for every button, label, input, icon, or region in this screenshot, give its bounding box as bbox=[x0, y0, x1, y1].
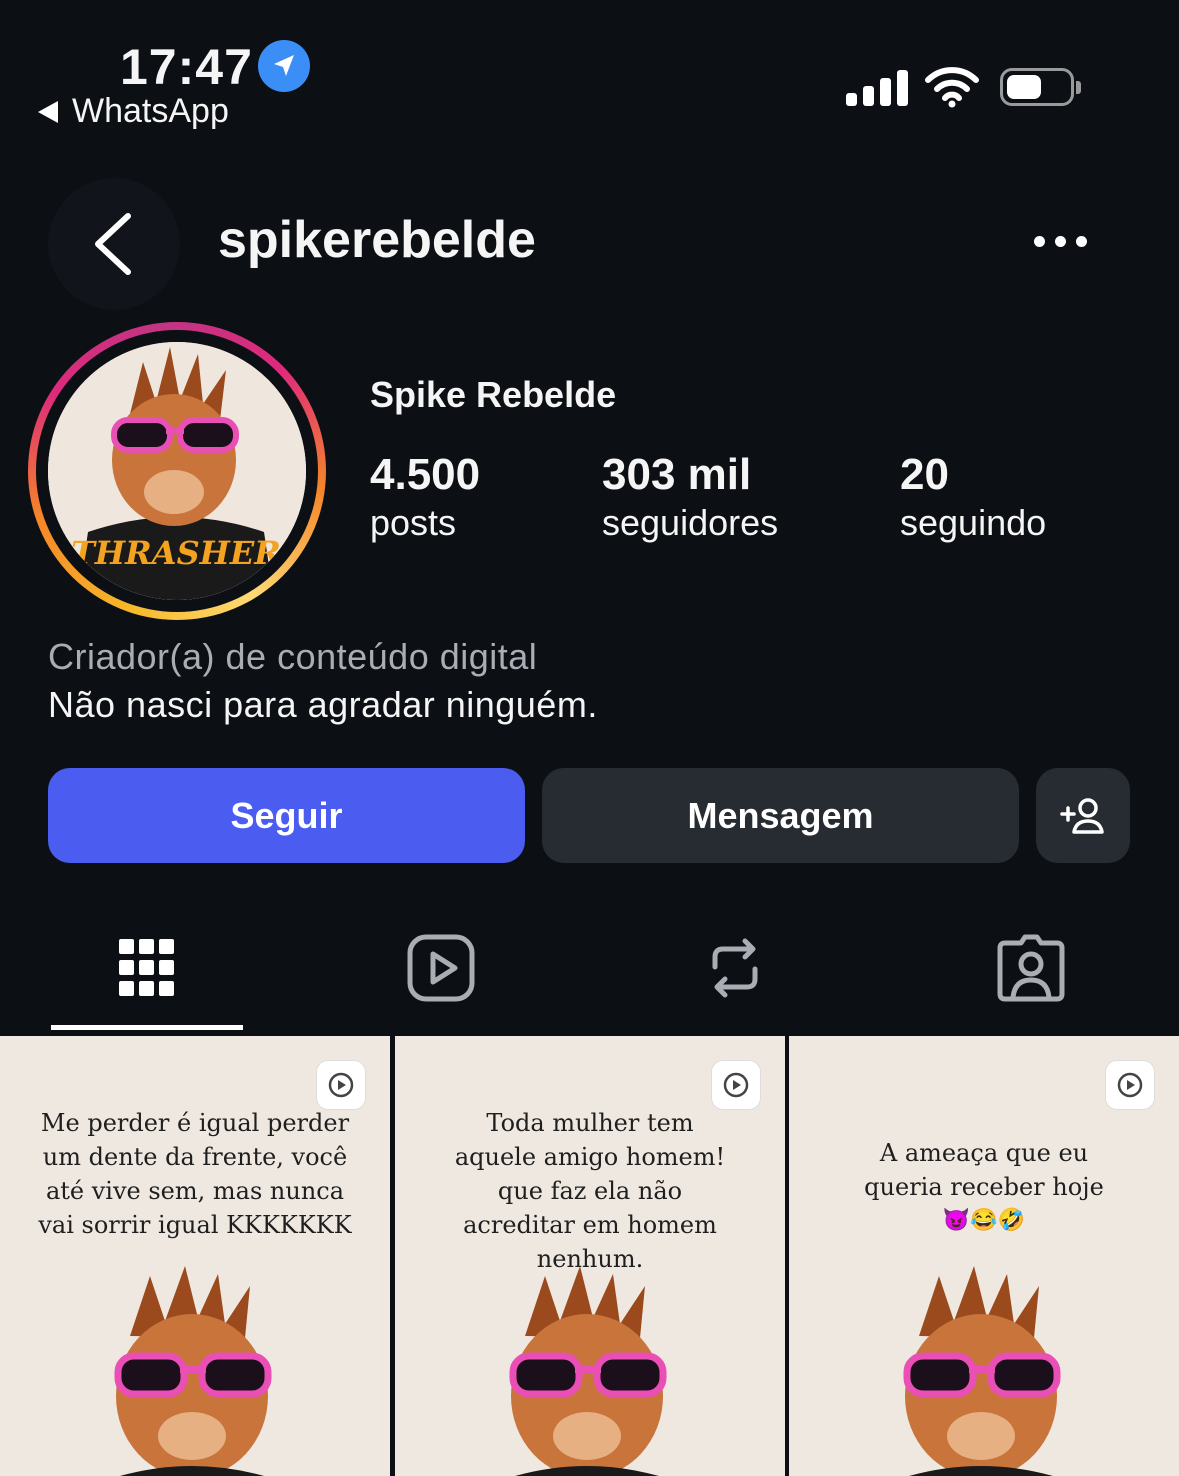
cat-image bbox=[114, 1266, 272, 1476]
tagged-person-icon bbox=[997, 934, 1065, 1002]
posts-label[interactable]: posts bbox=[370, 502, 456, 544]
post-caption-text: Me perder é igual perder um dente da fre… bbox=[38, 1109, 352, 1239]
cat-image bbox=[509, 1266, 667, 1476]
followers-label[interactable]: seguidores bbox=[602, 502, 778, 544]
add-person-icon bbox=[1060, 797, 1104, 834]
add-user-button[interactable] bbox=[1036, 768, 1130, 863]
grid-icon bbox=[119, 939, 174, 996]
active-tab-indicator bbox=[51, 1025, 243, 1030]
post-caption-text: A ameaça que eu queria receber hoje bbox=[864, 1139, 1104, 1201]
post-caption-emoji: 😈😂🤣 bbox=[942, 1208, 1026, 1233]
reel-play-icon bbox=[711, 1060, 761, 1110]
back-triangle-icon bbox=[38, 100, 58, 123]
tab-reels[interactable] bbox=[401, 928, 481, 1008]
post-tile[interactable]: Toda mulher tem aquele amigo homem! que … bbox=[395, 1036, 785, 1476]
cat-image bbox=[903, 1266, 1061, 1476]
back-app-label: WhatsApp bbox=[72, 92, 229, 130]
reel-play-icon bbox=[316, 1060, 366, 1110]
posts-count[interactable]: 4.500 bbox=[370, 450, 480, 500]
profile-username: spikerebelde bbox=[218, 211, 536, 269]
profile-full-name: Spike Rebelde bbox=[370, 374, 617, 415]
tab-reposts[interactable] bbox=[695, 928, 775, 1008]
chevron-left-icon bbox=[95, 213, 131, 275]
cellular-signal-icon bbox=[846, 68, 908, 106]
reels-play-icon bbox=[407, 934, 475, 1002]
message-button[interactable]: Mensagem bbox=[542, 768, 1019, 863]
followers-count[interactable]: 303 mil bbox=[602, 450, 751, 500]
more-dots-icon[interactable] bbox=[1034, 236, 1087, 247]
repost-icon bbox=[712, 938, 758, 998]
post-tile[interactable]: Me perder é igual perder um dente da fre… bbox=[0, 1036, 390, 1476]
back-button[interactable] bbox=[48, 178, 180, 310]
tab-tagged[interactable] bbox=[991, 928, 1071, 1008]
avatar-shirt-text: THRASHER bbox=[71, 534, 281, 572]
post-caption-text: Toda mulher tem aquele amigo homem! que … bbox=[454, 1109, 726, 1273]
following-label[interactable]: seguindo bbox=[900, 502, 1046, 544]
post-tile[interactable]: A ameaça que eu queria receber hoje 😈😂🤣 bbox=[789, 1036, 1179, 1476]
location-arrow-icon bbox=[258, 40, 310, 92]
reel-play-icon bbox=[1105, 1060, 1155, 1110]
wifi-icon bbox=[924, 66, 980, 113]
profile-bio: Não nasci para agradar ninguém. bbox=[48, 684, 598, 725]
avatar[interactable]: THRASHER bbox=[48, 342, 306, 600]
battery-icon bbox=[1000, 68, 1081, 106]
profile-category: Criador(a) de conteúdo digital bbox=[48, 636, 538, 677]
following-count[interactable]: 20 bbox=[900, 450, 949, 500]
back-to-app-link[interactable]: WhatsApp bbox=[38, 92, 229, 131]
status-time: 17:47 bbox=[120, 39, 253, 95]
tab-grid[interactable] bbox=[107, 928, 187, 1008]
follow-button[interactable]: Seguir bbox=[48, 768, 525, 863]
